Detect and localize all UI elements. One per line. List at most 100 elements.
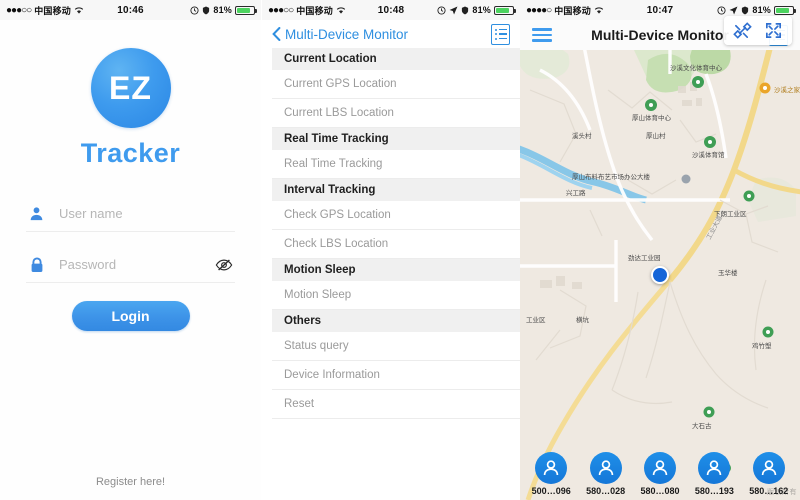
person-icon bbox=[28, 205, 45, 222]
map-label: 横坑 bbox=[576, 315, 590, 324]
screenshot-root: ●●●○○ 中国移动 10:46 81% EZ Tracker User nam… bbox=[0, 0, 800, 500]
wifi-icon bbox=[336, 6, 346, 14]
map-label: 厚山村 bbox=[646, 131, 666, 140]
register-link[interactable]: Register here! bbox=[0, 476, 261, 488]
wifi-icon bbox=[74, 6, 84, 14]
back-button[interactable]: Multi-Device Monitor bbox=[272, 27, 408, 42]
menu-item[interactable]: Check GPS Location bbox=[272, 201, 520, 230]
device-list-icon[interactable] bbox=[491, 23, 510, 45]
menu-navbar: Multi-Device Monitor bbox=[262, 20, 520, 48]
menu-section-header: Current Location bbox=[272, 48, 520, 70]
password-field[interactable]: Password bbox=[26, 250, 235, 283]
alarm-icon bbox=[437, 5, 446, 15]
menu-item[interactable]: Check LBS Location bbox=[272, 230, 520, 259]
menu-item[interactable]: Motion Sleep bbox=[272, 281, 520, 310]
shield-icon bbox=[462, 6, 469, 14]
map-label: 大石古 bbox=[692, 421, 712, 430]
device-item[interactable]: 500…096 bbox=[532, 452, 571, 496]
map-label: 厚山体育中心 bbox=[632, 113, 672, 122]
avatar-icon bbox=[589, 452, 622, 484]
menu-title: Multi-Device Monitor bbox=[285, 26, 409, 42]
map-graphic: 厚山体育中心 沙溪文化体育中心 沙溪体育馆 厚山村 溪头村 厚山布料布艺市场办公… bbox=[520, 30, 800, 500]
menu-section-header: Real Time Tracking bbox=[272, 128, 520, 150]
location-arrow-icon bbox=[449, 6, 458, 14]
status-bar-right: 81% bbox=[717, 5, 796, 15]
battery-percent: 81% bbox=[213, 5, 232, 15]
login-button[interactable]: Login bbox=[71, 301, 190, 331]
device-label: 580…080 bbox=[640, 486, 680, 496]
avatar-icon bbox=[535, 452, 568, 484]
eye-off-icon[interactable] bbox=[215, 258, 233, 272]
map-label: 兴工路 bbox=[566, 188, 586, 197]
lock-icon bbox=[28, 256, 45, 273]
menu-item[interactable]: Status query bbox=[272, 332, 520, 361]
hamburger-menu-icon[interactable] bbox=[532, 28, 552, 42]
menu-section-header: Others bbox=[272, 310, 520, 332]
device-label: 500…096 bbox=[531, 486, 571, 496]
satellite-icon[interactable] bbox=[733, 21, 752, 40]
avatar-icon bbox=[698, 452, 731, 484]
shield-icon bbox=[742, 6, 749, 14]
status-bar-right: 81% bbox=[437, 5, 516, 15]
map-label: 玉华楼 bbox=[718, 268, 738, 277]
battery-icon bbox=[774, 5, 796, 15]
device-label: 580…028 bbox=[586, 486, 626, 496]
alarm-icon bbox=[190, 5, 199, 15]
map-controls bbox=[724, 16, 792, 45]
signal-dots-icon: ●●●○○ bbox=[268, 4, 294, 16]
username-placeholder: User name bbox=[59, 206, 123, 221]
menu-screen: ●●●○○ 中国移动 10:48 81% Multi-Device Monito… bbox=[262, 0, 520, 500]
signal-dots-icon: ●●●○○ bbox=[6, 4, 32, 16]
logo-title: Tracker bbox=[80, 138, 181, 168]
battery-icon bbox=[494, 5, 516, 15]
map-canvas[interactable]: 厚山体育中心 沙溪文化体育中心 沙溪体育馆 厚山村 溪头村 厚山布料布艺市场办公… bbox=[520, 30, 800, 500]
status-bar-left: ●●●●○ 中国移动 bbox=[526, 4, 604, 17]
carrier-label: 中国移动 bbox=[296, 5, 334, 16]
device-item[interactable]: 580…080 bbox=[640, 452, 680, 496]
menu-item[interactable]: Current LBS Location bbox=[272, 99, 520, 128]
menu-section-header: Interval Tracking bbox=[272, 179, 520, 201]
battery-percent: 81% bbox=[472, 5, 491, 15]
map-label: 劲达工业园 bbox=[628, 253, 661, 262]
status-bar-login: ●●●○○ 中国移动 10:46 81% bbox=[0, 0, 261, 20]
logo-badge: EZ bbox=[90, 48, 171, 128]
menu-item[interactable]: Reset bbox=[272, 390, 520, 419]
battery-icon bbox=[235, 5, 257, 15]
app-logo: EZ Tracker bbox=[0, 48, 261, 169]
status-bar-left: ●●●○○ 中国移动 bbox=[6, 4, 84, 17]
map-label: 沙溪之家 bbox=[774, 85, 800, 94]
map-label: 沙溪体育馆 bbox=[692, 150, 725, 159]
chevron-left-icon bbox=[272, 27, 281, 41]
avatar-icon bbox=[752, 452, 785, 484]
watermark: 版权所有 bbox=[767, 489, 797, 496]
wifi-icon bbox=[594, 6, 604, 14]
map-label: 厚山布料布艺市场办公大楼 bbox=[572, 172, 651, 181]
map-label: 溪头村 bbox=[572, 131, 592, 140]
menu-item[interactable]: Device Information bbox=[272, 361, 520, 390]
device-item[interactable]: 580…193 bbox=[695, 452, 734, 496]
username-field[interactable]: User name bbox=[26, 199, 235, 232]
map-screen: ●●●●○ 中国移动 10:47 81% Multi-Device Monito… bbox=[520, 0, 800, 500]
expand-icon[interactable] bbox=[764, 21, 783, 40]
location-arrow-icon bbox=[729, 6, 738, 14]
device-item[interactable]: 580…028 bbox=[586, 452, 625, 496]
device-strip: 500…096 580…028 580…080 580…193 580…162 bbox=[520, 452, 800, 496]
menu-section-header: Motion Sleep bbox=[272, 259, 520, 281]
device-label: 580…193 bbox=[694, 486, 734, 496]
status-bar-left: ●●●○○ 中国移动 bbox=[268, 4, 346, 17]
map-label: 沙溪文化体育中心 bbox=[670, 63, 723, 72]
shield-icon bbox=[203, 6, 210, 14]
map-label: 鸡竹塱 bbox=[752, 341, 772, 350]
status-bar-right: 81% bbox=[190, 5, 257, 15]
menu-item[interactable]: Current GPS Location bbox=[272, 70, 520, 99]
settings-menu: Current Location Current GPS Location Cu… bbox=[262, 48, 520, 419]
password-placeholder: Password bbox=[59, 257, 117, 272]
alarm-icon bbox=[717, 5, 726, 15]
carrier-label: 中国移动 bbox=[554, 5, 592, 16]
status-bar-menu: ●●●○○ 中国移动 10:48 81% bbox=[262, 0, 520, 20]
menu-item[interactable]: Real Time Tracking bbox=[272, 150, 520, 179]
login-form: User name Password Login bbox=[26, 199, 235, 331]
signal-dots-icon: ●●●●○ bbox=[526, 4, 552, 16]
avatar-icon bbox=[643, 452, 676, 484]
carrier-label: 中国移动 bbox=[34, 5, 72, 16]
